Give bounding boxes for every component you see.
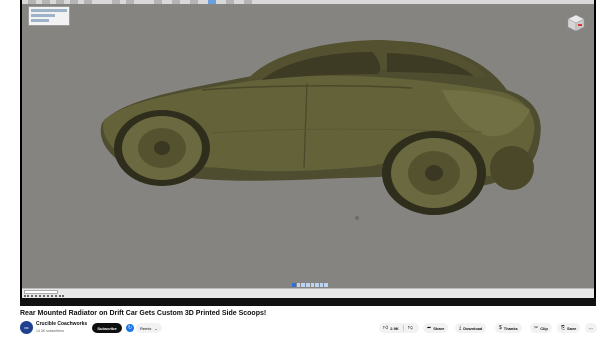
thumbs-down-icon[interactable]: 👎︎ (408, 325, 413, 331)
share-button[interactable]: ➦ Share (423, 323, 449, 333)
player-progress-bar[interactable] (20, 298, 596, 306)
cad-ribbon-toolbar[interactable] (22, 0, 594, 4)
save-label: Save (567, 325, 577, 331)
channel-name[interactable]: Crucible Coachworks (36, 321, 87, 327)
viewcube-icon[interactable] (566, 14, 586, 32)
thanks-button[interactable]: $ Thanks (495, 323, 522, 333)
dollar-heart-icon: $ (499, 325, 502, 331)
thanks-label: Thanks (503, 325, 518, 331)
subscribe-button[interactable]: Subscribe (92, 323, 122, 333)
like-dislike-group[interactable]: 👍︎ 2.9K 👎︎ (379, 323, 419, 333)
remix-label: Remix (140, 325, 152, 331)
remix-control[interactable]: ↻ Remix ⌄ (126, 323, 162, 333)
more-actions-button[interactable]: ··· (585, 323, 597, 333)
share-label: Share (433, 325, 445, 331)
share-arrow-icon: ➦ (427, 325, 432, 331)
cad-viewport[interactable] (22, 0, 594, 298)
video-player[interactable] (20, 0, 596, 306)
remix-icon: ↻ (126, 324, 134, 332)
save-button[interactable]: ⎘ Save (557, 323, 581, 333)
cad-bottom-toolbar[interactable] (22, 288, 594, 298)
avatar-text: CC (24, 325, 29, 330)
download-label: Download (463, 325, 483, 331)
thumbs-up-icon[interactable]: 👍︎ (383, 325, 388, 331)
download-arrow-icon: ⤓ (459, 325, 462, 331)
chevron-down-icon: ⌄ (154, 325, 158, 331)
video-title: Rear Mounted Radiator on Drift Car Gets … (20, 310, 267, 317)
car-scan-model (100, 40, 541, 220)
scissors-icon: ✂ (534, 325, 539, 331)
bookmark-icon: ⎘ (561, 325, 566, 331)
channel-avatar[interactable]: CC (20, 321, 33, 334)
subscriber-count: 14.3K subscribers (36, 329, 65, 333)
like-count: 2.9K (390, 325, 399, 331)
model-browser-panel[interactable] (28, 6, 70, 26)
clip-button[interactable]: ✂ Clip (530, 323, 552, 333)
chapter-progress-markers[interactable] (292, 283, 328, 287)
clip-label: Clip (540, 325, 548, 331)
view-selector-dropdown[interactable] (24, 290, 58, 294)
download-button[interactable]: ⤓ Download (455, 323, 487, 333)
remix-button[interactable]: Remix ⌄ (136, 323, 162, 333)
